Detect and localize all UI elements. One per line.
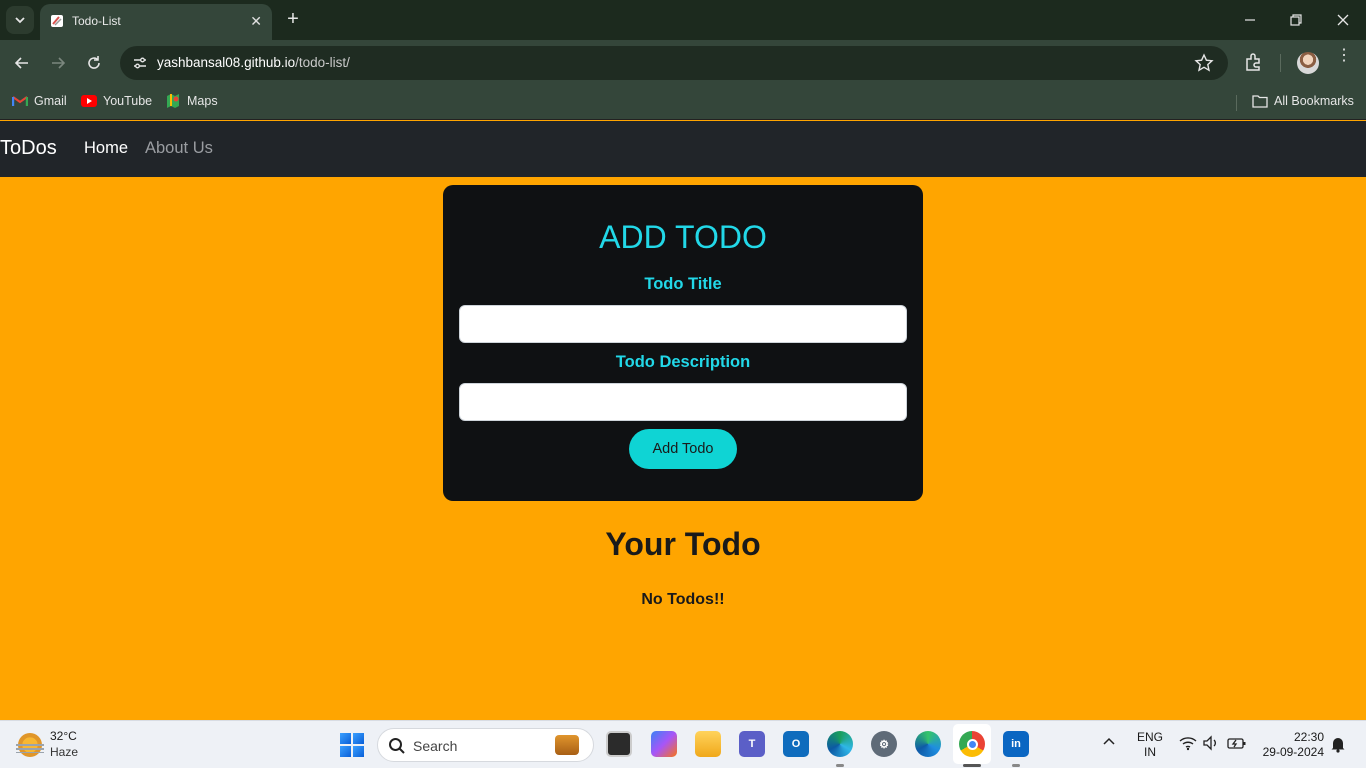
nav-link-about-us[interactable]: About Us	[145, 139, 213, 158]
maps-icon	[165, 93, 181, 109]
browser-tab-todo-list[interactable]: Todo-List ✕	[40, 4, 272, 40]
weather-haze-icon[interactable]	[16, 733, 44, 757]
bookmark-youtube-label: YouTube	[103, 94, 153, 108]
url-path: /todo-list/	[295, 55, 350, 70]
add-todo-heading: ADD TODO	[599, 219, 767, 255]
nav-link-home[interactable]: Home	[84, 139, 128, 158]
todo-title-input[interactable]	[459, 305, 907, 343]
toolbar-divider	[1280, 54, 1281, 72]
wifi-icon[interactable]	[1179, 735, 1197, 751]
browser-toolbar: yashbansal08.github.io/todo-list/ ⋮	[0, 40, 1366, 86]
file-explorer-icon[interactable]	[695, 731, 721, 757]
bookmark-maps-label: Maps	[187, 94, 218, 108]
add-todo-card: ADD TODO Todo Title Todo Description Add…	[443, 185, 923, 501]
bookmark-youtube[interactable]: YouTube	[81, 93, 152, 109]
todo-title-label: Todo Title	[644, 275, 722, 293]
new-tab-icon[interactable]: +	[282, 8, 304, 31]
task-view-icon[interactable]	[606, 731, 632, 757]
close-tab-icon[interactable]: ✕	[250, 13, 262, 30]
back-arrow-icon[interactable]	[10, 51, 34, 75]
favicon-icon	[51, 15, 63, 27]
more-menu-icon[interactable]: ⋮	[1334, 48, 1354, 64]
teams-icon[interactable]: T	[739, 731, 765, 757]
settings-gear-icon[interactable]: ⚙	[871, 731, 897, 757]
taskbar-search[interactable]: Search	[377, 728, 594, 762]
input-language[interactable]: ENG IN	[1136, 730, 1164, 760]
app-running-indicator	[1012, 764, 1020, 767]
windows-taskbar: 32°C Haze Search T O ⚙ in ENG IN 22:30 2…	[0, 720, 1366, 768]
weather-temperature[interactable]: 32°C	[50, 729, 77, 743]
edge-dev-icon[interactable]	[827, 731, 853, 757]
notification-bell-icon[interactable]	[1330, 735, 1346, 753]
search-icon	[389, 738, 405, 754]
briefcase-icon	[555, 735, 579, 755]
add-todo-button[interactable]: Add Todo	[629, 429, 737, 469]
navbar-brand[interactable]: ToDos	[0, 137, 57, 160]
address-bar[interactable]: yashbansal08.github.io/todo-list/	[120, 46, 1228, 80]
system-clock[interactable]: 22:30 29-09-2024	[1250, 730, 1324, 760]
windows-start-icon[interactable]	[340, 733, 364, 757]
folder-icon	[1252, 93, 1268, 109]
site-navbar: ToDos Home About Us	[0, 121, 1366, 177]
chrome-center-dot	[966, 738, 978, 750]
edge-icon[interactable]	[915, 731, 941, 757]
forward-arrow-icon[interactable]	[46, 51, 70, 75]
tab-title: Todo-List	[72, 14, 121, 28]
bookmarks-bar: Gmail YouTube Maps All Bookmarks	[0, 86, 1366, 120]
app-active-indicator	[963, 764, 981, 767]
todo-description-label: Todo Description	[615, 353, 751, 371]
chrome-icon[interactable]	[959, 731, 985, 757]
tab-search-button[interactable]	[6, 6, 34, 34]
url-text: yashbansal08.github.io/todo-list/	[157, 55, 350, 70]
search-placeholder: Search	[413, 738, 458, 754]
extensions-icon[interactable]	[1243, 51, 1265, 73]
bookmark-gmail[interactable]: Gmail	[12, 93, 67, 109]
todo-description-input[interactable]	[459, 383, 907, 421]
linkedin-icon[interactable]: in	[1003, 731, 1029, 757]
language-code: ENG	[1136, 730, 1163, 744]
your-todo-heading: Your Todo	[605, 526, 761, 562]
clock-date: 29-09-2024	[1262, 745, 1324, 759]
chevron-down-icon	[15, 17, 25, 24]
bookmarks-divider	[1236, 95, 1237, 111]
all-bookmarks-button[interactable]: All Bookmarks	[1252, 93, 1354, 109]
chevron-up-icon[interactable]	[1102, 735, 1116, 749]
app-running-indicator	[836, 764, 844, 767]
minimize-icon[interactable]	[1240, 10, 1260, 30]
site-info-icon[interactable]	[128, 51, 152, 75]
reload-icon[interactable]	[82, 51, 106, 75]
youtube-icon	[81, 93, 97, 109]
gmail-icon	[12, 93, 28, 109]
bookmark-maps[interactable]: Maps	[165, 93, 218, 109]
copilot-icon[interactable]	[651, 731, 677, 757]
browser-tab-strip: Todo-List ✕ +	[0, 0, 1366, 40]
restore-icon[interactable]	[1286, 10, 1306, 30]
outlook-icon[interactable]: O	[783, 731, 809, 757]
region-code: IN	[1144, 745, 1156, 759]
bookmark-gmail-label: Gmail	[34, 94, 67, 108]
clock-time: 22:30	[1293, 730, 1324, 744]
profile-avatar[interactable]	[1297, 52, 1319, 74]
close-window-icon[interactable]	[1333, 10, 1353, 30]
battery-charging-icon[interactable]	[1227, 735, 1247, 751]
bookmark-star-icon[interactable]	[1194, 53, 1214, 73]
volume-icon[interactable]	[1202, 735, 1220, 751]
all-bookmarks-label: All Bookmarks	[1274, 94, 1354, 108]
weather-condition[interactable]: Haze	[50, 745, 78, 759]
empty-todos-message: No Todos!!	[641, 591, 725, 608]
url-host: yashbansal08.github.io	[157, 55, 296, 70]
